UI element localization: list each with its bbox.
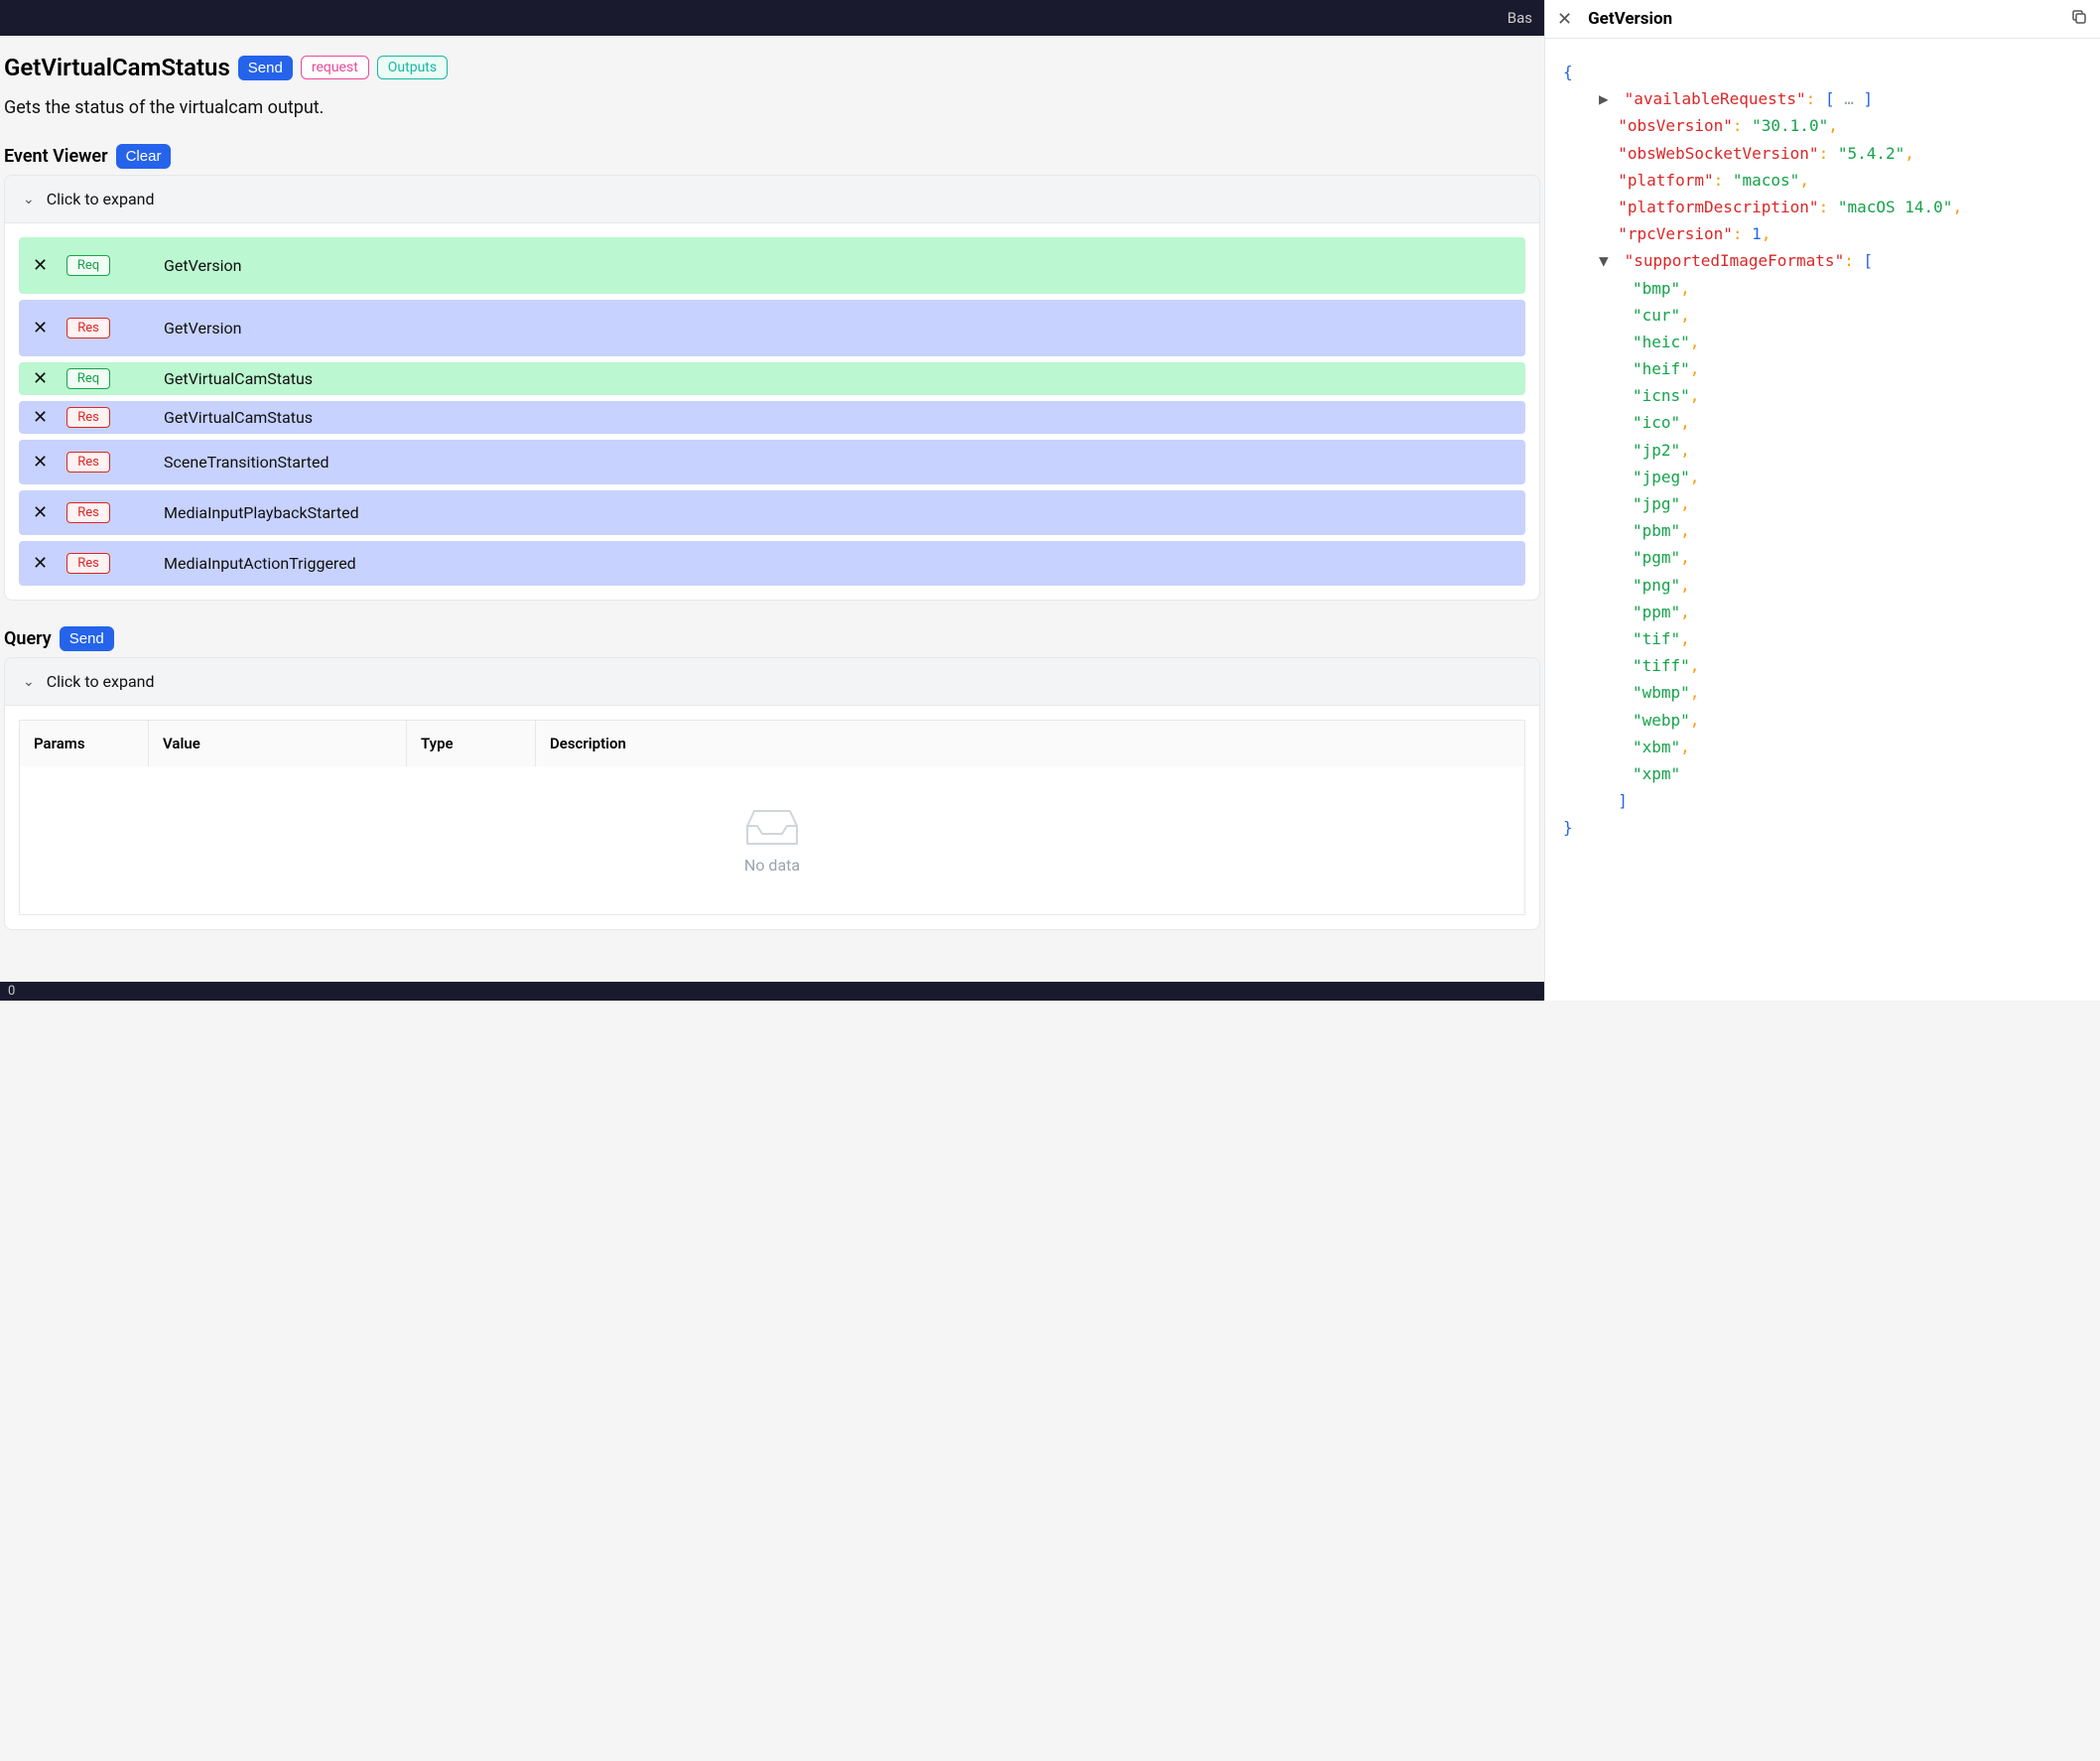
query-header: Query Send [4, 620, 1540, 657]
top-bar: Bas [0, 0, 1544, 36]
event-viewer-header: Event Viewer Clear [4, 138, 1540, 175]
close-icon[interactable]: ✕ [33, 255, 53, 276]
event-row[interactable]: ✕ Req GetVersion [19, 237, 1525, 294]
query-expand[interactable]: ⌄ Click to expand [5, 658, 1539, 706]
close-icon[interactable]: ✕ [33, 502, 53, 523]
col-description: Description [536, 721, 1525, 767]
query-send-button[interactable]: Send [60, 626, 114, 651]
event-row[interactable]: ✕ Res SceneTransitionStarted [19, 440, 1525, 484]
empty-text: No data [20, 856, 1524, 875]
query-table-wrap: Params Value Type Description [5, 706, 1539, 929]
events-list: ✕ Req GetVersion ✕ Res GetVersion ✕ Req GetVirtu… [5, 223, 1539, 600]
event-name: GetVersion [164, 256, 241, 275]
inbox-icon [742, 806, 802, 846]
res-badge: Res [66, 407, 110, 428]
event-name: MediaInputPlaybackStarted [164, 503, 359, 522]
request-tag[interactable]: request [301, 56, 369, 79]
expand-label: Click to expand [47, 190, 155, 208]
page-header: GetVirtualCamStatus Send request Outputs [4, 48, 1540, 87]
main-panel: Bas GetVirtualCamStatus Send request Out… [0, 0, 1544, 1001]
detail-title: GetVersion [1588, 9, 2054, 29]
event-name: GetVirtualCamStatus [164, 369, 313, 388]
json-viewer[interactable]: {▶ "availableRequests": [ … ] "obsVersio… [1545, 39, 2100, 1001]
copy-icon[interactable] [2070, 8, 2088, 30]
page-description: Gets the status of the virtualcam output… [4, 87, 1540, 138]
topbar-text: Bas [1508, 9, 1532, 27]
query-card: ⌄ Click to expand Params Value Type Desc… [4, 657, 1540, 930]
event-name: SceneTransitionStarted [164, 453, 329, 472]
event-row[interactable]: ✕ Res GetVirtualCamStatus [19, 401, 1525, 434]
detail-panel: ✕ GetVersion {▶ "availableRequests": [ …… [1544, 0, 2100, 1001]
bottom-text: 0 [8, 984, 15, 999]
query-expand-label: Click to expand [47, 672, 155, 691]
close-icon[interactable]: ✕ [33, 452, 53, 473]
detail-header: ✕ GetVersion [1545, 0, 2100, 39]
event-row[interactable]: ✕ Res GetVersion [19, 300, 1525, 356]
query-title: Query [4, 628, 52, 649]
event-viewer-title: Event Viewer [4, 146, 108, 167]
close-icon[interactable]: ✕ [33, 407, 53, 428]
event-viewer-expand[interactable]: ⌄ Click to expand [5, 176, 1539, 223]
event-name: MediaInputActionTriggered [164, 554, 356, 573]
res-badge: Res [66, 553, 110, 574]
chevron-down-icon: ⌄ [23, 192, 35, 207]
content-area: GetVirtualCamStatus Send request Outputs… [0, 36, 1544, 982]
req-badge: Req [66, 255, 110, 276]
clear-button[interactable]: Clear [116, 144, 172, 169]
res-badge: Res [66, 318, 110, 339]
res-badge: Res [66, 502, 110, 523]
params-table: Params Value Type Description [19, 720, 1525, 915]
outputs-tag[interactable]: Outputs [377, 56, 448, 79]
close-icon[interactable]: ✕ [33, 553, 53, 574]
close-icon[interactable]: ✕ [33, 368, 53, 389]
close-icon[interactable]: ✕ [1557, 9, 1572, 30]
event-row[interactable]: ✕ Req GetVirtualCamStatus [19, 362, 1525, 395]
page-title: GetVirtualCamStatus [4, 54, 230, 81]
col-type: Type [407, 721, 536, 767]
event-row[interactable]: ✕ Res MediaInputPlaybackStarted [19, 490, 1525, 535]
empty-state: No data [20, 766, 1525, 915]
close-icon[interactable]: ✕ [33, 318, 53, 339]
event-name: GetVirtualCamStatus [164, 408, 313, 427]
event-name: GetVersion [164, 319, 241, 338]
event-viewer-card: ⌄ Click to expand ✕ Req GetVersion ✕ Res GetV… [4, 175, 1540, 601]
col-params: Params [20, 721, 149, 767]
chevron-down-icon: ⌄ [23, 674, 35, 690]
bottom-bar: 0 [0, 982, 1544, 1001]
col-value: Value [149, 721, 407, 767]
res-badge: Res [66, 452, 110, 473]
req-badge: Req [66, 368, 110, 389]
send-button[interactable]: Send [238, 56, 293, 80]
event-row[interactable]: ✕ Res MediaInputActionTriggered [19, 541, 1525, 586]
